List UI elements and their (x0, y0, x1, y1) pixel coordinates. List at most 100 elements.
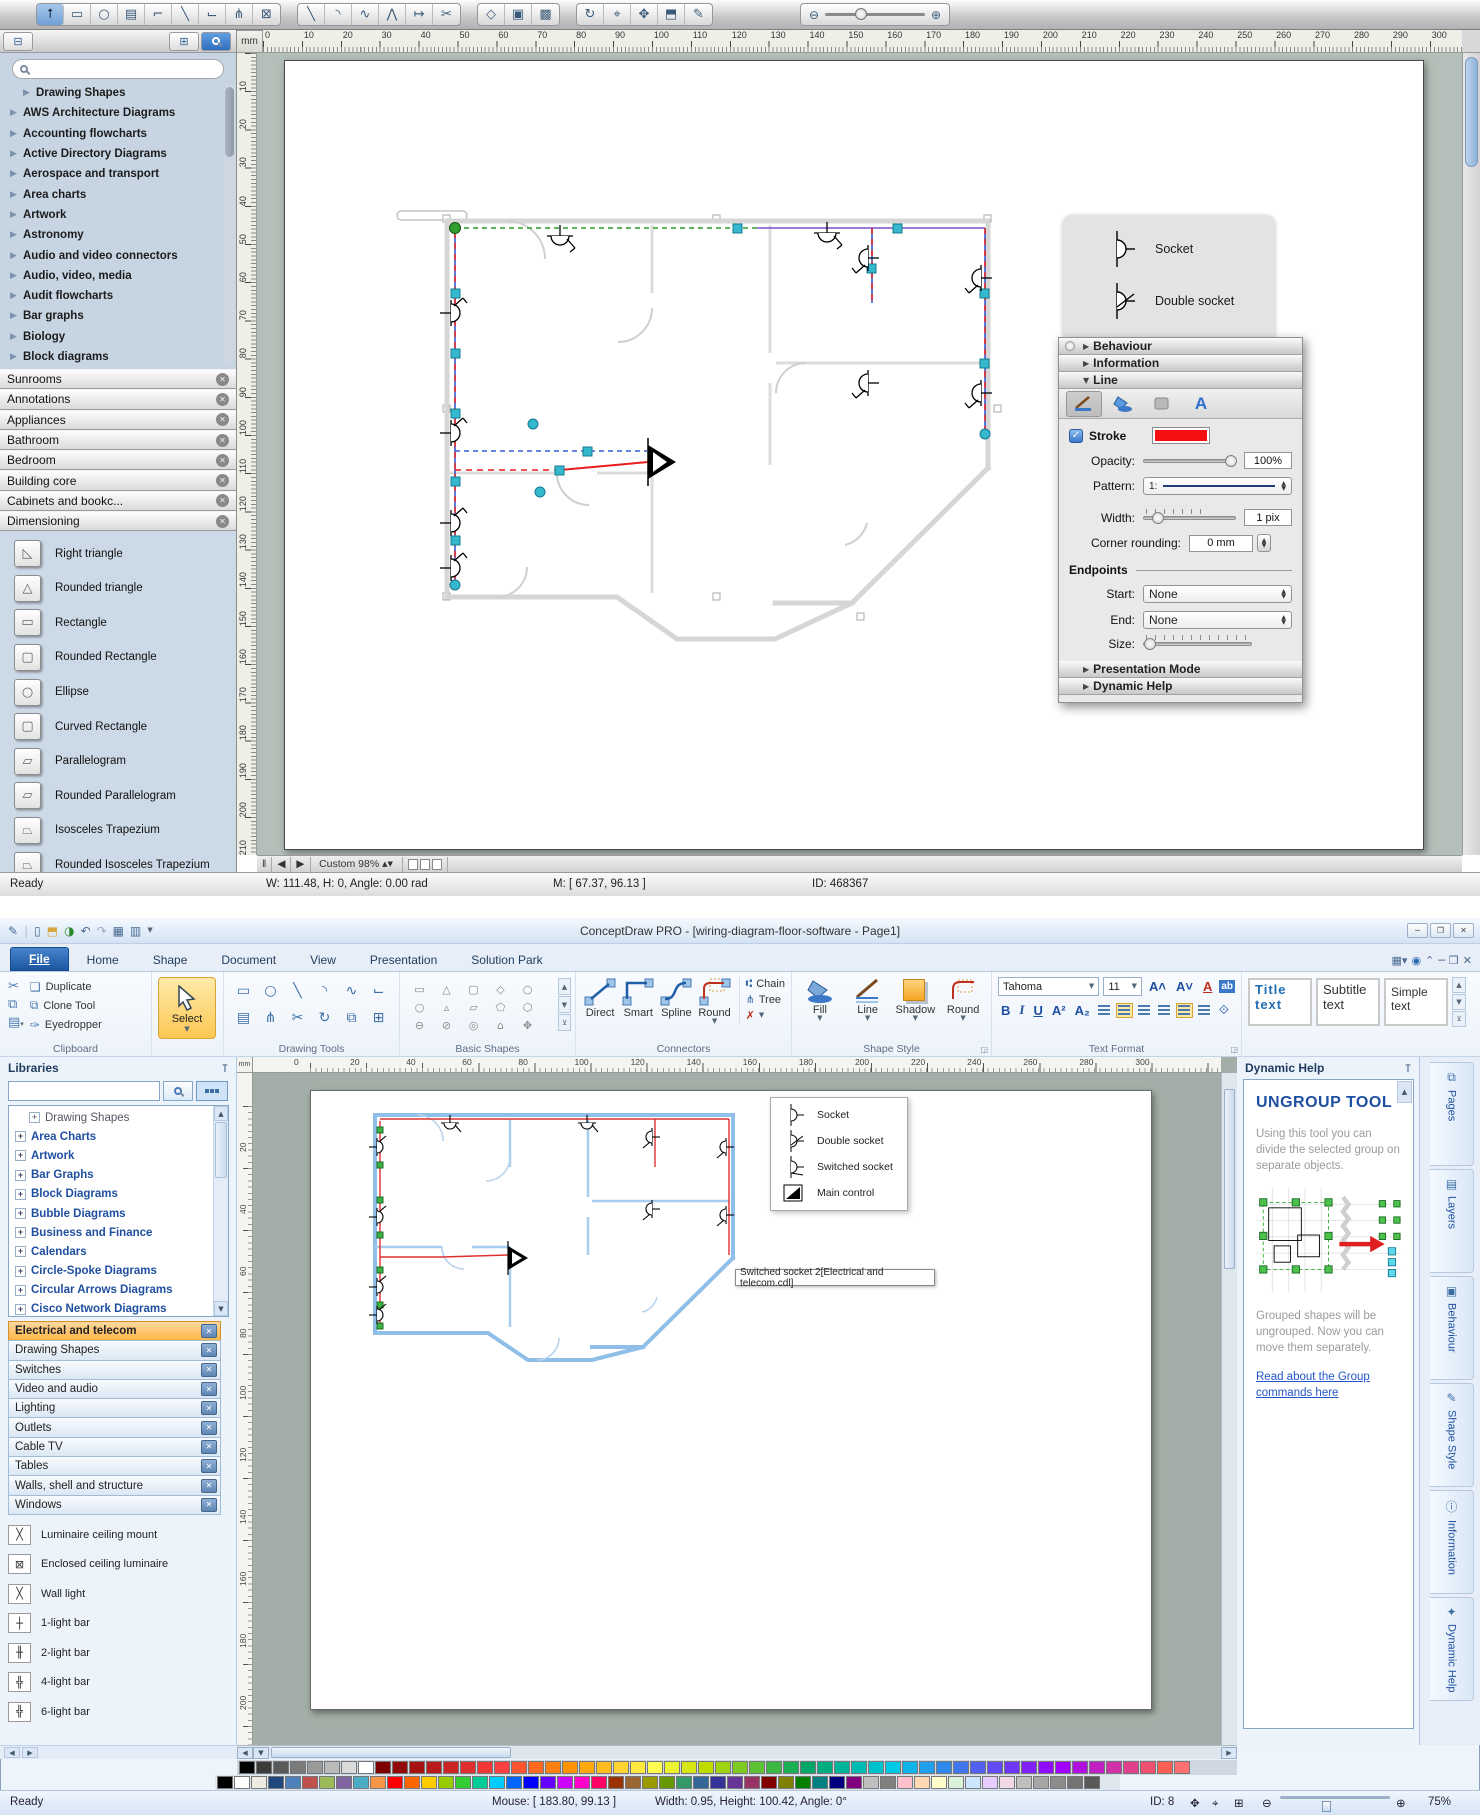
color-swatch[interactable] (217, 1776, 233, 1789)
align-top-icon[interactable] (1156, 1003, 1173, 1018)
round-connector-button[interactable]: Round▼ (696, 977, 732, 1024)
color-swatch[interactable] (970, 1761, 986, 1774)
color-swatch[interactable] (540, 1776, 556, 1789)
shape-list-item[interactable]: ▢ Rounded Rectangle (0, 640, 236, 675)
drawing-tool-icon[interactable]: ∿ (338, 977, 365, 1004)
highlight-icon[interactable]: ab (1219, 980, 1235, 993)
color-swatch[interactable] (919, 1761, 935, 1774)
dialog-launcher-icon[interactable]: ◲ (1230, 1045, 1238, 1054)
mac-tool-button[interactable]: ○ (91, 4, 118, 25)
shape-preview-icon[interactable]: ⏢ (14, 817, 41, 844)
basic-shape-icon[interactable]: ▭ (406, 980, 433, 998)
disclosure-arrow-icon[interactable]: ▶ (10, 311, 18, 321)
drawing-tool-icon[interactable]: ╲ (284, 977, 311, 1004)
color-swatch[interactable] (749, 1761, 765, 1774)
drawing-tool-icon[interactable]: ◝ (311, 977, 338, 1004)
shape-list-item[interactable]: ○ Ellipse (0, 675, 236, 710)
expand-icon[interactable]: + (15, 1304, 26, 1315)
color-swatch[interactable] (324, 1761, 340, 1774)
mac-search-input[interactable] (12, 59, 224, 79)
color-swatch[interactable] (1004, 1761, 1020, 1774)
color-scheme-icon[interactable]: ▦▾ (1392, 954, 1408, 967)
doc-close-icon[interactable]: ✕ (1463, 954, 1472, 967)
gallery-more-icon[interactable]: ⊻ (1452, 1011, 1466, 1027)
align-bottom-icon[interactable] (1196, 1003, 1213, 1018)
shape-list-item[interactable]: △ Rounded triangle (0, 571, 236, 606)
doc-restore-icon[interactable]: ❐ (1449, 954, 1459, 967)
text-direction-icon[interactable]: ⟐ (1216, 1003, 1232, 1018)
shape-list-item[interactable]: ▱ Parallelogram (0, 744, 236, 779)
shapes-more-icon[interactable]: ⊻ (558, 1014, 571, 1031)
mac-tool-button[interactable]: ▩ (532, 4, 559, 25)
disclosure-arrow-icon[interactable]: ▶ (10, 291, 18, 301)
basic-shape-icon[interactable]: ○ (514, 980, 541, 998)
ribbon-tab[interactable]: View (294, 949, 352, 971)
color-swatch[interactable] (1050, 1776, 1066, 1789)
color-swatch[interactable] (647, 1761, 663, 1774)
color-swatch[interactable] (1106, 1761, 1122, 1774)
close-icon[interactable]: ✕ (216, 515, 229, 528)
color-swatch[interactable] (1016, 1776, 1032, 1789)
color-swatch[interactable] (1072, 1761, 1088, 1774)
library-tree-item[interactable]: ▶ Audit flowcharts (0, 286, 236, 306)
fill-bucket-icon[interactable] (1105, 391, 1141, 417)
width-slider[interactable] (1143, 516, 1236, 520)
color-swatch[interactable] (715, 1761, 731, 1774)
information-section-header[interactable]: ▶Information (1059, 355, 1302, 372)
color-swatch[interactable] (999, 1776, 1015, 1789)
close-icon[interactable]: ✕ (201, 1382, 217, 1396)
help-link[interactable]: Read about the Group commands here (1256, 1369, 1401, 1401)
side-tab[interactable]: ✦ Dynamic Help (1430, 1597, 1474, 1701)
mac-tool-button[interactable]: ⌙ (199, 4, 226, 25)
color-swatch[interactable] (358, 1761, 374, 1774)
spline-connector-button[interactable]: Spline (658, 977, 694, 1024)
close-icon[interactable]: ✕ (1453, 923, 1474, 938)
zoom-level-select[interactable]: Custom 98% ▲▼ (311, 857, 403, 872)
help-icon[interactable]: ◉ (1411, 954, 1421, 967)
color-swatch[interactable] (987, 1761, 1003, 1774)
color-swatch[interactable] (1084, 1776, 1100, 1789)
color-swatch[interactable] (846, 1776, 862, 1789)
mac-tool-button[interactable]: ◝ (325, 4, 352, 25)
color-swatch[interactable] (494, 1761, 510, 1774)
color-swatch[interactable] (625, 1776, 641, 1789)
color-swatch[interactable] (319, 1776, 335, 1789)
close-icon[interactable]: ✕ (216, 393, 229, 406)
pan-icon[interactable]: ✥ (1190, 1796, 1200, 1810)
shape-preview-icon[interactable]: ▢ (14, 713, 41, 740)
grid-view-icon[interactable]: ⊞ (169, 32, 199, 51)
library-tree-item[interactable]: ▶ Accounting flowcharts (0, 124, 236, 144)
shape-list-item[interactable]: ▢ Curved Rectangle (0, 709, 236, 744)
side-tab[interactable]: ⓘ Information (1430, 1490, 1474, 1594)
color-swatch[interactable] (880, 1776, 896, 1789)
scroll-menu-icon[interactable]: ▼ (253, 1747, 269, 1759)
scroll-right-icon[interactable]: ▶ (22, 1747, 38, 1758)
library-tree-item[interactable]: + Circle-Spoke Diagrams (9, 1262, 228, 1281)
close-icon[interactable]: ✕ (216, 474, 229, 487)
color-swatch[interactable] (834, 1761, 850, 1774)
mac-tool-button[interactable]: ╲ (298, 4, 325, 25)
color-swatch[interactable] (659, 1776, 675, 1789)
doc-minimize-icon[interactable]: ─ (1438, 954, 1445, 967)
tree-view-icon[interactable]: ⊟ (3, 32, 33, 51)
shape-list-item[interactable]: ⊠ Enclosed ceiling luminaire (8, 1549, 236, 1579)
select-button[interactable]: Select▼ (158, 977, 216, 1039)
disclosure-arrow-icon[interactable]: ▶ (10, 230, 18, 240)
align-middle-icon[interactable] (1176, 1003, 1193, 1018)
line-button[interactable]: Line▼ (846, 977, 890, 1021)
scroll-up-icon[interactable]: ▲ (1397, 1081, 1412, 1103)
scroll-left-icon[interactable]: ◀ (4, 1747, 20, 1758)
delete-connector-button[interactable]: ✗▼ (746, 1009, 785, 1022)
shape-preview-icon[interactable]: △ (14, 575, 41, 602)
font-color-icon[interactable]: A (1200, 979, 1215, 994)
color-swatch[interactable] (863, 1776, 879, 1789)
color-swatch[interactable] (800, 1761, 816, 1774)
color-swatch[interactable] (664, 1761, 680, 1774)
basic-shape-icon[interactable]: △ (433, 980, 460, 998)
italic-icon[interactable]: I (1016, 1002, 1027, 1018)
mac-tool-button[interactable]: ▭ (64, 4, 91, 25)
close-icon[interactable]: ✕ (201, 1343, 217, 1357)
color-swatch[interactable] (936, 1761, 952, 1774)
color-swatch[interactable] (1021, 1761, 1037, 1774)
mac-tool-button[interactable]: ⭡ (37, 4, 64, 25)
